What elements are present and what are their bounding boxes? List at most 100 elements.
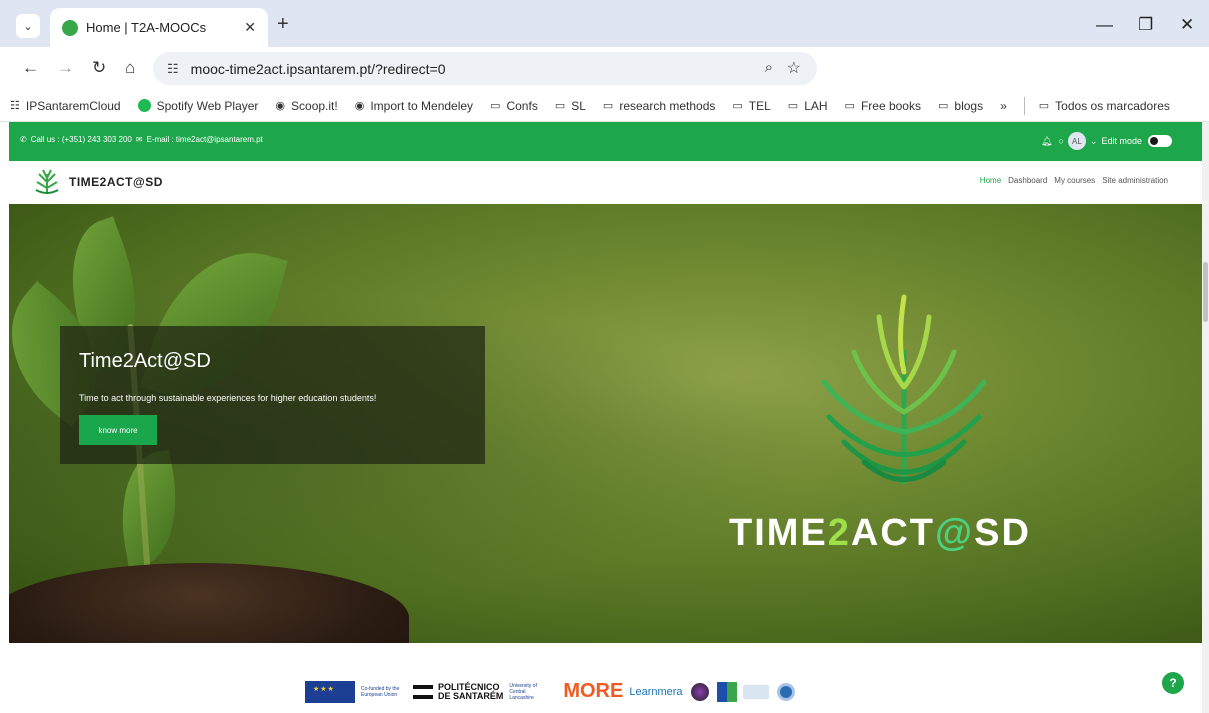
bookmark-label: Free books — [860, 98, 921, 113]
menu-item-dashboard[interactable]: Dashboard — [1008, 176, 1047, 185]
apps-icon: ☷ — [10, 100, 20, 112]
browser-tab-bar: ⌄ Home | T2A-MOOCs ✕ + — ❐ ✕ — [0, 0, 1209, 47]
bookmark-label: TEL — [748, 98, 771, 113]
ips-logo-text: POLITÉCNICO DE SANTARÉM — [438, 682, 504, 701]
reload-icon[interactable]: ↻ — [92, 59, 106, 77]
bookmark-star-icon[interactable]: ☆ — [787, 58, 801, 78]
partner-logos: Co-funded by the European Union POLITÉCN… — [305, 680, 803, 703]
eu-cofunded-text: Co-funded by the European Union — [361, 685, 400, 698]
thomas-more-logo: MORE — [563, 680, 624, 702]
bookmark-scoopit[interactable]: ◉ Scoop.it! — [275, 99, 337, 113]
folder-icon: ▭ — [602, 100, 614, 112]
primary-menu: Home Dashboard My courses Site administr… — [973, 176, 1168, 185]
partner-circle-logo — [690, 682, 709, 701]
zoom-icon[interactable]: ⌕ — [765, 59, 773, 76]
folder-icon: ▭ — [732, 100, 743, 112]
email-text[interactable]: E-mail : time2act@ipsantarem.pt — [147, 135, 263, 144]
bookmark-folder-sl[interactable]: ▭ SL — [555, 99, 586, 113]
brand-part: TIME — [729, 512, 828, 554]
edit-mode-toggle[interactable] — [1148, 135, 1172, 147]
phone-text[interactable]: Call us : (+351) 243 303 200 — [31, 135, 132, 144]
phone-icon: ✆ — [20, 135, 27, 144]
hero-subtitle: Time to act through sustainable experien… — [79, 393, 377, 403]
more-bookmarks-label: » — [1000, 98, 1007, 113]
all-bookmarks-label: Todos os marcadores — [1055, 98, 1170, 113]
hero-banner: Time2Act@SD Time to act through sustaina… — [9, 204, 1202, 643]
folder-icon: ▭ — [554, 100, 566, 112]
restore-icon[interactable]: ❐ — [1138, 16, 1153, 33]
bookmark-label: Spotify Web Player — [156, 98, 259, 113]
partner-small-logo — [742, 684, 769, 699]
help-button[interactable]: ? — [1162, 672, 1184, 694]
globe-icon: ◉ — [275, 100, 286, 112]
tree-logo-icon — [821, 294, 987, 485]
site-favicon-icon — [62, 19, 78, 36]
contact-info: ✆ Call us : (+351) 243 303 200 ✉ E-mail … — [20, 135, 267, 144]
folder-icon: ▭ — [1038, 100, 1050, 112]
browser-tab[interactable]: Home | T2A-MOOCs ✕ — [50, 8, 268, 47]
partners-strip: Co-funded by the European Union POLITÉCN… — [0, 643, 1209, 713]
bookmark-folder-blogs[interactable]: ▭ blogs — [938, 99, 983, 113]
bookmark-spotify[interactable]: Spotify Web Player — [137, 98, 259, 113]
minimize-icon[interactable]: — — [1096, 16, 1113, 33]
menu-item-site-administration[interactable]: Site administration — [1102, 176, 1168, 185]
ips-logo-icon — [413, 684, 433, 699]
close-tab-icon[interactable]: ✕ — [244, 19, 256, 36]
bookmark-folder-freebooks[interactable]: ▭ Free books — [845, 99, 921, 113]
partner-block-logo — [716, 681, 737, 702]
avatar[interactable]: AL — [1067, 132, 1086, 150]
ips-line2: DE SANTARÉM — [438, 690, 504, 701]
messages-icon[interactable]: ○ — [1058, 136, 1063, 146]
tab-title: Home | T2A-MOOCs — [86, 20, 207, 35]
site-logo-text[interactable]: TIME2ACT@SD — [69, 175, 163, 189]
more-bookmarks-button[interactable]: » — [1000, 99, 1007, 113]
user-menu-chevron-icon[interactable]: ⌄ — [1090, 136, 1098, 147]
forward-icon[interactable]: → — [57, 59, 74, 77]
hero-title: Time2Act@SD — [79, 350, 211, 372]
brand-part: 2 — [827, 512, 851, 554]
bookmark-label: SL — [571, 98, 586, 113]
know-more-button[interactable]: know more — [79, 415, 157, 445]
bookmark-label: LAH — [804, 98, 828, 113]
menu-item-home[interactable]: Home — [980, 176, 1001, 185]
time2act-logo-icon[interactable] — [33, 166, 61, 196]
bookmark-label: Confs — [506, 98, 538, 113]
bookmark-folder-research[interactable]: ▭ research methods — [603, 99, 715, 113]
bookmark-folder-lah[interactable]: ▭ LAH — [788, 99, 828, 113]
new-tab-icon[interactable]: + — [277, 14, 289, 34]
folder-icon: ▭ — [937, 100, 949, 112]
notification-bell-icon[interactable]: 🔔︎ — [1041, 136, 1052, 147]
browser-toolbar: ← → ↻ ⌂ ☷ mooc-time2act.ipsantarem.pt/?r… — [0, 47, 1209, 90]
bookmark-folder-tel[interactable]: ▭ TEL — [732, 99, 770, 113]
page-scrollbar[interactable] — [1202, 122, 1209, 713]
scrollbar-thumb[interactable] — [1203, 262, 1208, 322]
bookmark-label: Scoop.it! — [291, 98, 338, 113]
menu-item-my-courses[interactable]: My courses — [1054, 176, 1095, 185]
bookmark-mendeley[interactable]: ◉ Import to Mendeley — [355, 99, 473, 113]
bookmarks-bar: ☷ IPSantaremCloud Spotify Web Player ◉ Sco… — [0, 90, 1209, 122]
bookmark-label: Import to Mendeley — [370, 98, 474, 113]
edit-mode-label: Edit mode — [1101, 136, 1142, 146]
email-icon: ✉ — [135, 135, 143, 144]
address-bar[interactable]: ☷ mooc-time2act.ipsantarem.pt/?redirect=… — [153, 52, 817, 85]
user-controls: 🔔︎ ○ AL ⌄ Edit mode — [1041, 132, 1172, 150]
site-navbar: TIME2ACT@SD Home Dashboard My courses Si… — [9, 161, 1202, 204]
back-icon[interactable]: ← — [22, 59, 39, 77]
bookmarks-divider — [1023, 96, 1025, 115]
brand-part: SD — [974, 512, 1031, 554]
bookmark-ipsantaremcloud[interactable]: ☷ IPSantaremCloud — [10, 99, 121, 113]
close-window-icon[interactable]: ✕ — [1180, 16, 1194, 33]
site-info-icon[interactable]: ☷ — [167, 61, 179, 77]
bookmark-folder-confs[interactable]: ▭ Confs — [490, 99, 538, 113]
site-topbar: ✆ Call us : (+351) 243 303 200 ✉ E-mail … — [9, 122, 1202, 161]
eu-flag-logo — [305, 680, 355, 703]
folder-icon: ▭ — [844, 100, 855, 112]
bookmark-label: IPSantaremCloud — [25, 98, 121, 113]
uclan-logo-text: University of Central Lancashire — [509, 682, 537, 701]
home-icon[interactable]: ⌂ — [125, 59, 135, 77]
brand-part: ACT — [850, 512, 936, 554]
all-bookmarks-folder[interactable]: ▭ Todos os marcadores — [1039, 99, 1170, 113]
tab-search-button[interactable]: ⌄ — [16, 14, 40, 38]
folder-icon: ▭ — [490, 100, 501, 112]
hero-caption: Time2Act@SD Time to act through sustaina… — [60, 326, 485, 464]
